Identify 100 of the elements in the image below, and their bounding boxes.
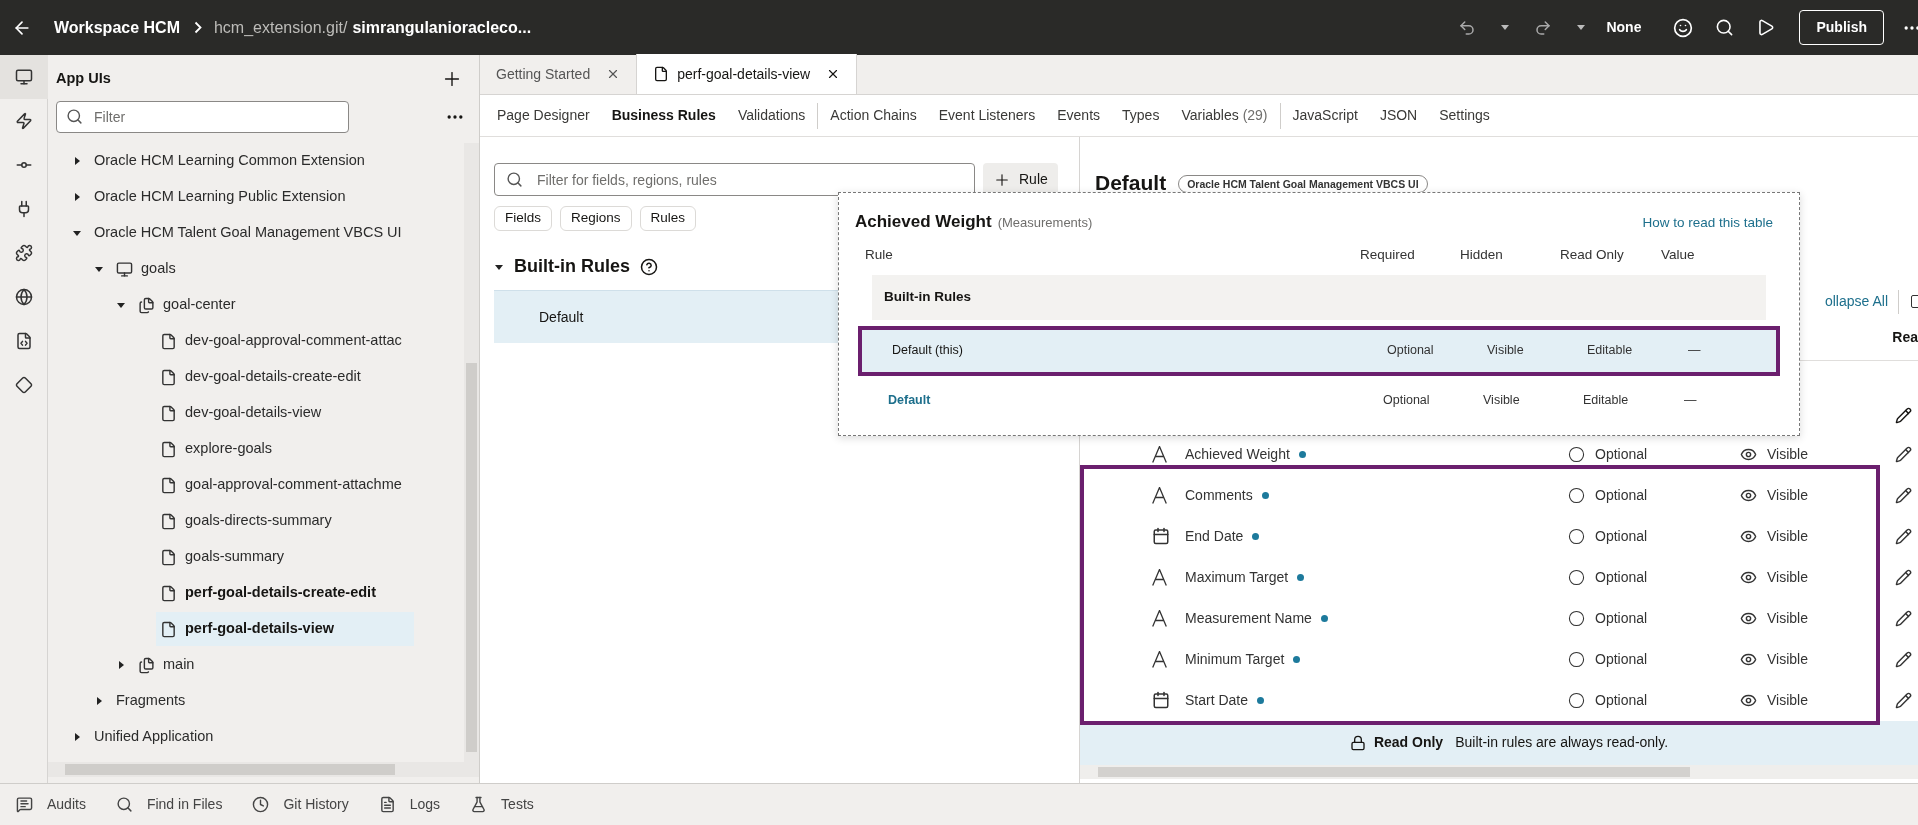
search-icon[interactable]	[1715, 18, 1735, 37]
edit-icon[interactable]	[1895, 691, 1912, 709]
rules-filter-field[interactable]: Filter for fields, regions, rules	[494, 163, 975, 196]
rule-row[interactable]: Default (this) Optional Visible Editable —	[858, 325, 1780, 376]
rule-link[interactable]: Default	[888, 391, 1383, 411]
sub-tab[interactable]: JavaScript	[1281, 105, 1369, 126]
edit-icon[interactable]	[1895, 486, 1912, 504]
play-icon[interactable]	[1756, 18, 1776, 37]
sub-tab[interactable]: Page Designer	[486, 105, 601, 126]
collapse-all-link[interactable]: ollapse All	[1824, 291, 1888, 312]
undo-icon[interactable]	[1458, 18, 1477, 37]
tree-item[interactable]: goals-directs-summary	[156, 504, 414, 538]
expand-caret-icon[interactable]	[72, 192, 82, 202]
calendar-icon	[1152, 527, 1170, 545]
puzzle-icon[interactable]	[14, 244, 33, 262]
sub-tab[interactable]: Business Rules	[600, 105, 727, 126]
expand-caret-icon[interactable]	[116, 300, 126, 310]
filter-chip[interactable]: Rules	[639, 206, 697, 231]
filter-chip[interactable]: Regions	[560, 206, 632, 231]
search-icon	[506, 171, 523, 188]
tree-item[interactable]: dev-goal-details-create-edit	[156, 360, 414, 394]
code-file-icon[interactable]	[14, 332, 33, 350]
filter-chip[interactable]: Fields	[494, 206, 552, 231]
globe-icon[interactable]	[14, 288, 33, 306]
circle-icon	[1568, 445, 1585, 463]
sub-tab[interactable]: Validations	[726, 105, 817, 126]
expand-caret-icon[interactable]	[116, 660, 126, 670]
vertical-scrollbar[interactable]	[464, 143, 479, 762]
panel-tab[interactable]: Logs	[378, 794, 441, 815]
visibility-value: Visible	[1767, 608, 1808, 628]
caret-icon[interactable]	[1500, 24, 1511, 31]
horizontal-scrollbar[interactable]	[48, 762, 479, 777]
circle-icon	[1568, 609, 1585, 627]
circle-icon	[1568, 486, 1585, 504]
field-name: Minimum Target	[1185, 649, 1285, 669]
sub-tab[interactable]: Settings	[1428, 105, 1501, 126]
workspace-title[interactable]: Workspace HCM	[54, 15, 180, 40]
editor-tab[interactable]: perf-goal-details-view	[636, 54, 858, 94]
tree-item[interactable]: Oracle HCM Learning Public Extension	[90, 180, 414, 214]
tree-item[interactable]: goals-summary	[156, 540, 414, 574]
edit-icon[interactable]	[1895, 445, 1912, 463]
tree-item[interactable]: Unified Application	[90, 720, 414, 754]
tree-item[interactable]: perf-goal-details-view	[156, 612, 414, 646]
filter-field[interactable]: Filter	[56, 101, 349, 133]
sub-tab[interactable]: Types	[1111, 105, 1171, 126]
feedback-smile-icon[interactable]	[1673, 17, 1694, 38]
required-value: Optional	[1595, 608, 1648, 628]
tree-item[interactable]: goals	[112, 252, 414, 286]
sub-tab[interactable]: Event Listeners	[927, 105, 1047, 126]
branch-name[interactable]: simrangulanioracleco...	[352, 15, 532, 40]
editor-tab[interactable]: Getting Started	[480, 54, 637, 94]
edit-icon[interactable]	[1895, 527, 1912, 545]
read-only-value: Editable	[1587, 342, 1634, 360]
file-icon	[160, 584, 177, 602]
tree-item[interactable]: dev-goal-details-view	[156, 396, 414, 430]
help-link[interactable]: How to read this table	[1642, 213, 1773, 234]
tree-item[interactable]: explore-goals	[156, 432, 414, 466]
publish-button[interactable]: Publish	[1799, 10, 1884, 45]
file-icon	[160, 440, 177, 458]
column-header: Hidden	[1460, 245, 1504, 264]
expand-caret-icon[interactable]	[94, 696, 104, 706]
sub-tab[interactable]: Variables (29)	[1170, 105, 1279, 126]
expand-caret-icon[interactable]	[94, 264, 104, 274]
panel-tab[interactable]: Find in Files	[115, 794, 223, 815]
tree-item[interactable]: goal-center	[134, 288, 414, 322]
caret-icon[interactable]	[1576, 24, 1587, 31]
edit-icon[interactable]	[1895, 609, 1912, 627]
visibility-value: Visible	[1767, 526, 1808, 546]
tree-item[interactable]: Oracle HCM Learning Common Extension	[90, 144, 414, 178]
monitor-icon[interactable]	[14, 68, 33, 86]
lightning-icon[interactable]	[14, 112, 33, 130]
sub-tab[interactable]: JSON	[1368, 105, 1429, 126]
file-icon	[160, 620, 177, 638]
edit-icon[interactable]	[1895, 650, 1912, 668]
panel-tab[interactable]: Tests	[470, 794, 534, 815]
sub-tab[interactable]: Events	[1046, 105, 1112, 126]
rule-row[interactable]: Default Optional Visible Editable —	[858, 375, 1780, 426]
tree-item[interactable]: Oracle HCM Talent Goal Management VBCS UI	[90, 216, 414, 250]
popup-title: Achieved Weight	[855, 211, 992, 233]
edit-icon[interactable]	[1895, 407, 1912, 424]
audit-icon	[16, 796, 33, 813]
edit-icon[interactable]	[1895, 568, 1912, 586]
tree-item[interactable]: Fragments	[112, 684, 414, 718]
expand-caret-icon[interactable]	[72, 156, 82, 166]
visibility-value: Visible	[1767, 649, 1808, 669]
required-value: Optional	[1595, 485, 1648, 505]
panel-tab[interactable]: Audits	[16, 794, 86, 815]
diamond-icon[interactable]	[14, 376, 33, 394]
help-icon[interactable]	[640, 257, 658, 276]
monitor-icon	[116, 260, 133, 278]
tree-item[interactable]: perf-goal-details-create-edit	[156, 576, 414, 610]
expand-caret-icon[interactable]	[72, 732, 82, 742]
sub-tab[interactable]: Action Chains	[819, 105, 928, 126]
redo-icon[interactable]	[1534, 18, 1553, 37]
tree-item[interactable]: goal-approval-comment-attachme	[156, 468, 414, 502]
tree-item[interactable]: main	[134, 648, 414, 682]
panel-tab[interactable]: Git History	[252, 794, 349, 815]
mode-label[interactable]: None	[1606, 17, 1642, 38]
expand-caret-icon[interactable]	[72, 228, 82, 238]
tree-item[interactable]: dev-goal-approval-comment-attac	[156, 324, 414, 358]
